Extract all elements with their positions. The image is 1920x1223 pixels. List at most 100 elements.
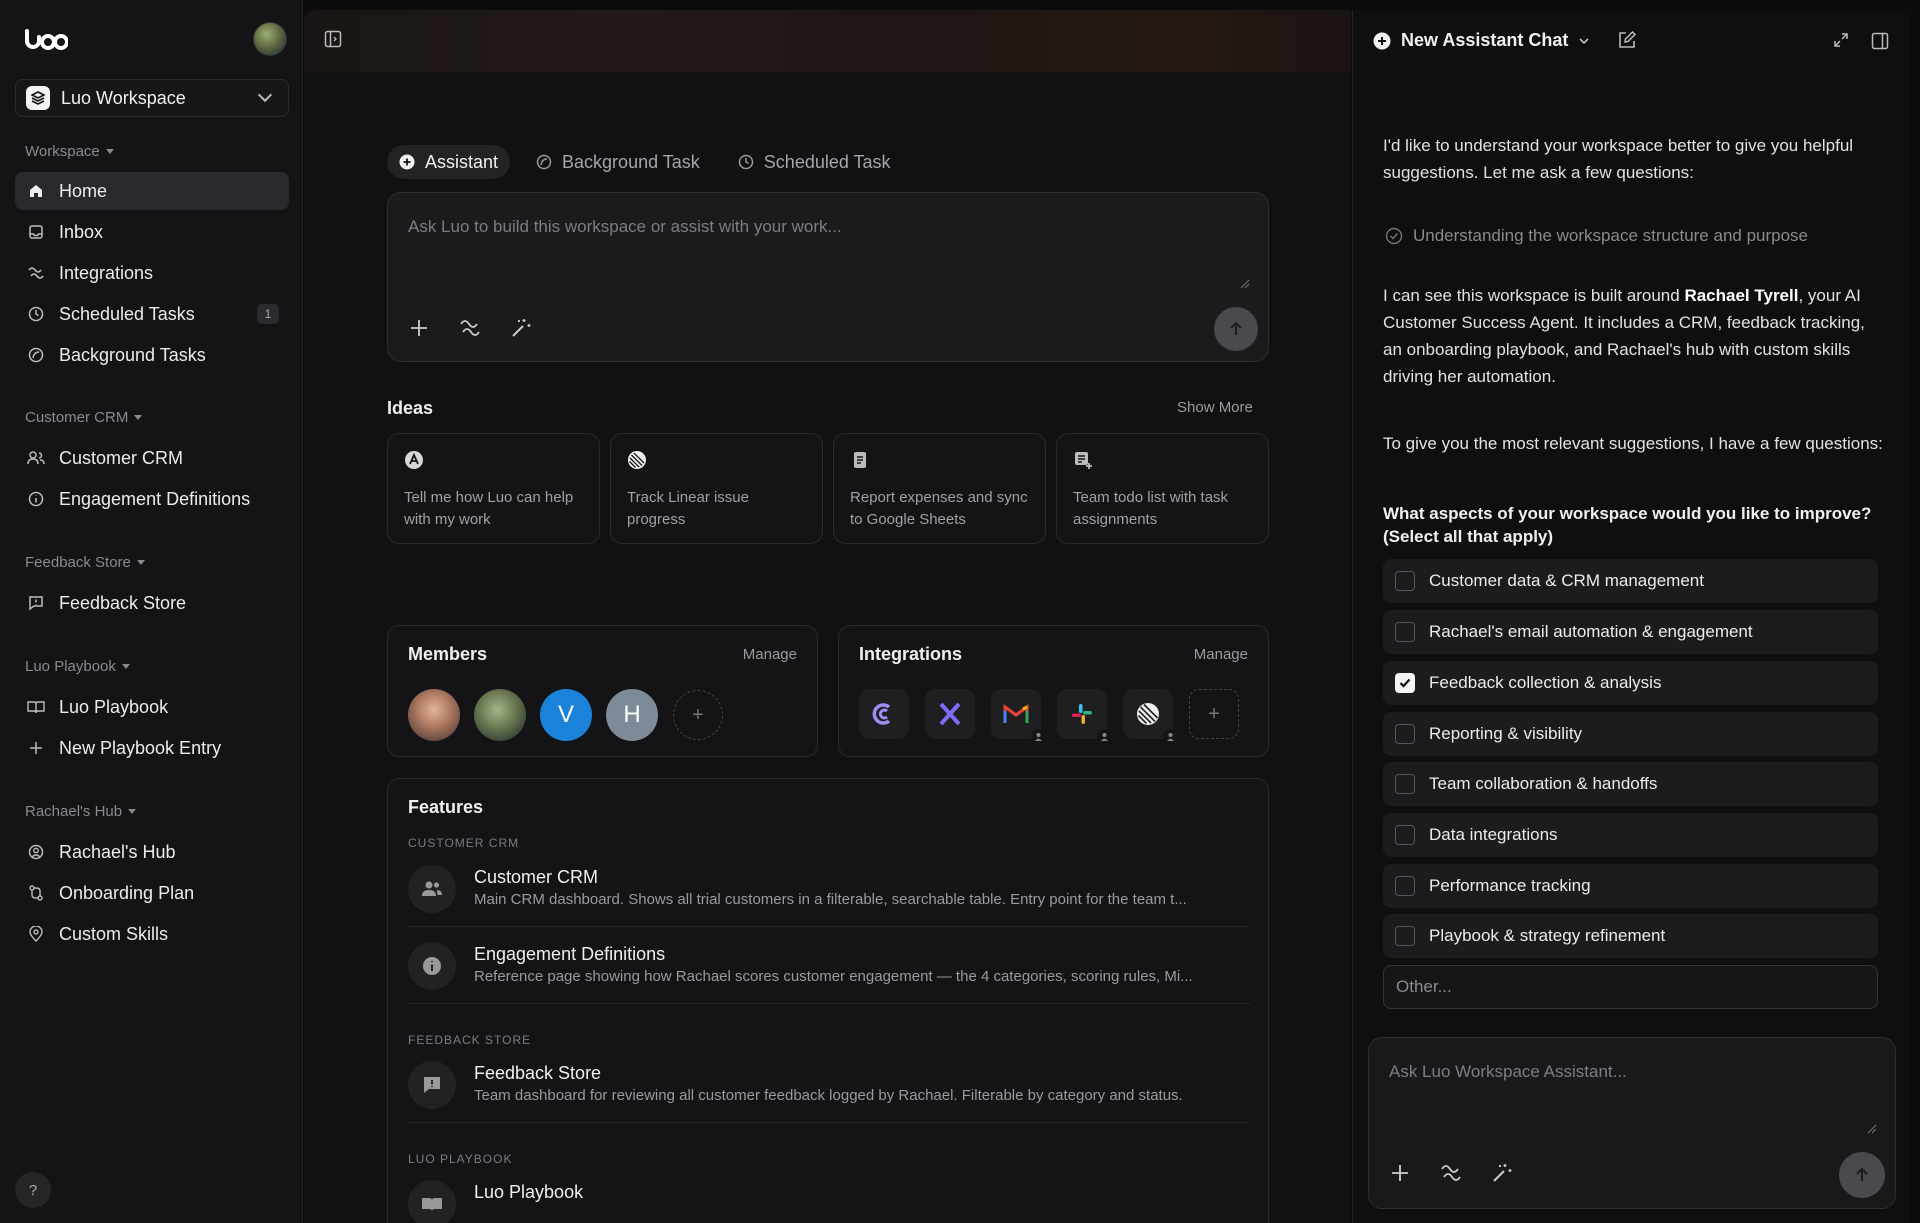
add-attachment-icon[interactable] bbox=[1389, 1162, 1411, 1184]
section-feedback-store[interactable]: Feedback Store bbox=[25, 554, 145, 571]
checkbox-icon[interactable] bbox=[1395, 571, 1415, 591]
resize-handle-icon[interactable] bbox=[1867, 1124, 1877, 1134]
option-checkbox[interactable]: Data integrations bbox=[1383, 813, 1878, 857]
other-input[interactable]: Other... bbox=[1383, 965, 1878, 1009]
sidebar-item-feedback-store[interactable]: Feedback Store bbox=[15, 584, 289, 622]
sidebar: Luo Workspace Workspace Home Inbox Integ… bbox=[0, 0, 303, 1223]
option-checkbox[interactable]: Reporting & visibility bbox=[1383, 712, 1878, 756]
option-label: Data integrations bbox=[1429, 825, 1558, 844]
luo-logo-icon[interactable] bbox=[24, 28, 68, 52]
main-content: Assistant Background Task Scheduled Task… bbox=[304, 10, 1351, 1223]
chat-selector[interactable]: New Assistant Chat bbox=[1373, 30, 1590, 51]
idea-card[interactable]: Report expenses and sync to Google Sheet… bbox=[833, 433, 1046, 544]
skill-pin-icon bbox=[27, 925, 45, 943]
integration-tile[interactable] bbox=[859, 689, 909, 739]
option-checkbox[interactable]: Rachael's email automation & engagement bbox=[1383, 610, 1878, 654]
integrations-icon[interactable] bbox=[1439, 1162, 1463, 1184]
members-title: Members bbox=[408, 644, 488, 664]
option-checkbox[interactable]: Feedback collection & analysis bbox=[1383, 661, 1878, 705]
feature-row-luo-playbook[interactable]: Luo Playbook bbox=[408, 1166, 1250, 1223]
checkbox-icon[interactable] bbox=[1395, 926, 1415, 946]
slack-icon bbox=[1072, 704, 1092, 724]
new-chat-edit-icon[interactable] bbox=[1617, 30, 1637, 50]
checkbox-icon[interactable] bbox=[1395, 876, 1415, 896]
checkbox-icon[interactable] bbox=[1395, 724, 1415, 744]
idea-card[interactable]: Track Linear issue progress bbox=[610, 433, 823, 544]
feature-row-feedback-store[interactable]: Feedback Store Team dashboard for review… bbox=[408, 1047, 1250, 1123]
help-button[interactable]: ? bbox=[15, 1172, 51, 1208]
option-checkbox[interactable]: Playbook & strategy refinement bbox=[1383, 914, 1878, 958]
integration-tile[interactable] bbox=[925, 689, 975, 739]
integrations-icon[interactable] bbox=[458, 317, 482, 339]
section-customer-crm[interactable]: Customer CRM bbox=[25, 409, 143, 426]
tab-assistant[interactable]: Assistant bbox=[387, 145, 511, 179]
option-checkbox[interactable]: Customer data & CRM management bbox=[1383, 559, 1878, 603]
workspace-name: Luo Workspace bbox=[61, 87, 186, 108]
main-compose-box[interactable]: Ask Luo to build this workspace or assis… bbox=[387, 192, 1269, 362]
sidebar-item-home[interactable]: Home bbox=[15, 172, 289, 210]
user-badge-icon bbox=[1163, 729, 1177, 743]
member-avatar[interactable]: V bbox=[540, 689, 592, 741]
add-attachment-icon[interactable] bbox=[408, 317, 430, 339]
panel-toggle-icon[interactable] bbox=[1871, 32, 1889, 50]
caret-down-icon bbox=[128, 809, 137, 814]
info-icon bbox=[408, 942, 456, 990]
integration-tile[interactable] bbox=[991, 689, 1045, 743]
route-icon bbox=[27, 884, 45, 902]
member-avatar[interactable] bbox=[474, 689, 526, 741]
sidebar-toggle-icon[interactable] bbox=[324, 30, 342, 48]
assistant-paragraph: To give you the most relevant suggestion… bbox=[1383, 434, 1883, 453]
checkbox-icon[interactable] bbox=[1395, 825, 1415, 845]
send-button[interactable] bbox=[1214, 307, 1258, 351]
sidebar-item-integrations[interactable]: Integrations bbox=[15, 254, 289, 292]
checkbox-icon[interactable] bbox=[1395, 622, 1415, 642]
resize-handle-icon[interactable] bbox=[1240, 279, 1250, 289]
magic-wand-icon[interactable] bbox=[1491, 1162, 1513, 1184]
sidebar-item-background-tasks[interactable]: Background Tasks bbox=[15, 336, 289, 374]
magic-wand-icon[interactable] bbox=[510, 317, 532, 339]
sidebar-item-label: Home bbox=[59, 180, 108, 201]
idea-card[interactable]: Team todo list with task assignments bbox=[1056, 433, 1269, 544]
checkbox-icon[interactable] bbox=[1395, 774, 1415, 794]
sidebar-item-new-playbook-entry[interactable]: New Playbook Entry bbox=[15, 729, 289, 767]
user-avatar[interactable] bbox=[253, 22, 287, 56]
sidebar-item-scheduled-tasks[interactable]: Scheduled Tasks 1 bbox=[15, 295, 289, 333]
expand-icon[interactable] bbox=[1833, 32, 1849, 48]
add-member-button[interactable]: + bbox=[673, 690, 723, 740]
sidebar-item-custom-skills[interactable]: Custom Skills bbox=[15, 915, 289, 953]
chat-title: New Assistant Chat bbox=[1401, 30, 1569, 50]
section-rachaels-hub[interactable]: Rachael's Hub bbox=[25, 803, 137, 820]
integration-tile[interactable] bbox=[1123, 689, 1177, 743]
tab-background-task[interactable]: Background Task bbox=[524, 145, 712, 179]
members-manage-link[interactable]: Manage bbox=[743, 646, 797, 663]
show-more-link[interactable]: Show More bbox=[1177, 399, 1253, 416]
member-avatar[interactable] bbox=[408, 689, 460, 741]
assistant-compose-input[interactable]: Ask Luo Workspace Assistant... bbox=[1389, 1062, 1627, 1082]
workspace-switcher[interactable]: Luo Workspace bbox=[15, 79, 289, 117]
feature-group-label: LUO PLAYBOOK bbox=[408, 1152, 513, 1166]
idea-card[interactable]: Tell me how Luo can help with my work bbox=[387, 433, 600, 544]
sidebar-item-inbox[interactable]: Inbox bbox=[15, 213, 289, 251]
tab-scheduled-task[interactable]: Scheduled Task bbox=[726, 145, 903, 179]
assistant-send-button[interactable] bbox=[1839, 1152, 1885, 1198]
option-checkbox[interactable]: Performance tracking bbox=[1383, 864, 1878, 908]
checkbox-checked-icon[interactable] bbox=[1395, 673, 1415, 693]
sidebar-item-onboarding-plan[interactable]: Onboarding Plan bbox=[15, 874, 289, 912]
integration-tile[interactable] bbox=[1057, 689, 1111, 743]
option-checkbox[interactable]: Team collaboration & handoffs bbox=[1383, 762, 1878, 806]
section-luo-playbook[interactable]: Luo Playbook bbox=[25, 658, 130, 675]
sidebar-item-customer-crm[interactable]: Customer CRM bbox=[15, 439, 289, 477]
compose-input[interactable]: Ask Luo to build this workspace or assis… bbox=[408, 217, 842, 237]
sidebar-item-luo-playbook[interactable]: Luo Playbook bbox=[15, 688, 289, 726]
users-icon bbox=[27, 449, 45, 467]
feature-row-customer-crm[interactable]: Customer CRM Main CRM dashboard. Shows a… bbox=[408, 851, 1250, 927]
info-icon bbox=[27, 490, 45, 508]
sidebar-item-rachaels-hub[interactable]: Rachael's Hub bbox=[15, 833, 289, 871]
integrations-manage-link[interactable]: Manage bbox=[1194, 646, 1248, 663]
section-workspace[interactable]: Workspace bbox=[25, 143, 114, 160]
add-integration-button[interactable]: + bbox=[1189, 689, 1239, 739]
sidebar-item-engagement-definitions[interactable]: Engagement Definitions bbox=[15, 480, 289, 518]
feature-row-engagement-definitions[interactable]: Engagement Definitions Reference page sh… bbox=[408, 928, 1250, 1004]
assistant-compose-box[interactable]: Ask Luo Workspace Assistant... bbox=[1368, 1037, 1896, 1209]
member-avatar[interactable]: H bbox=[606, 689, 658, 741]
